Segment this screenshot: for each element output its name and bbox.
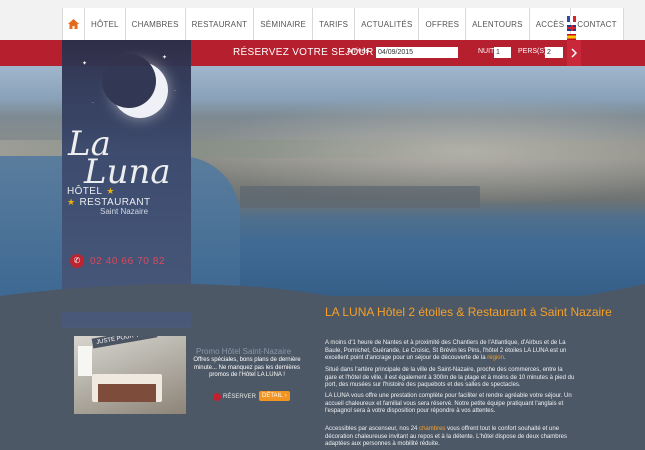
arrival-date-input[interactable]: 04/09/2015: [376, 47, 458, 58]
home-icon: [68, 19, 79, 29]
reserve-button[interactable]: RÉSERVER: [213, 392, 256, 401]
harbour-area: [240, 186, 480, 208]
nav-seminaire[interactable]: SÉMINAIRE: [254, 8, 314, 40]
star-icon: ·: [92, 100, 94, 106]
rooms-text: Accessibles par ascenseur, nos 24: [325, 426, 420, 432]
detail-button[interactable]: DÉTAIL ›: [259, 391, 290, 401]
nav-hotel[interactable]: HÔTEL: [85, 8, 126, 40]
intro-text: A moins d'1 heure de Nantes et à proximi…: [325, 340, 567, 362]
star-icon: ✦: [82, 61, 88, 67]
nav-alentours[interactable]: ALENTOURS: [466, 8, 530, 40]
nav-chambres[interactable]: CHAMBRES: [126, 8, 186, 40]
window: [78, 346, 92, 376]
nav-actualites[interactable]: ACTUALITÉS: [355, 8, 420, 40]
top-navigation-bar: HÔTEL CHAMBRES RESTAURANT SÉMINAIRE TARI…: [0, 0, 645, 40]
service-paragraph: LA LUNA vous offre une prestation complè…: [325, 393, 572, 415]
persons-label: PERS(S): [518, 48, 547, 55]
intro-paragraph: A moins d'1 heure de Nantes et à proximi…: [325, 340, 575, 363]
page-title: LA LUNA Hôtel 2 étoiles & Restaurant à S…: [325, 305, 612, 319]
tagline: HÔTEL ★ ★ RESTAURANT: [67, 186, 191, 208]
phone-icon: ✆: [70, 254, 84, 268]
reserve-label: RÉSERVER: [223, 393, 256, 400]
nav-contact[interactable]: CONTACT: [571, 8, 624, 40]
main-nav: HÔTEL CHAMBRES RESTAURANT SÉMINAIRE TARI…: [62, 8, 624, 40]
nav-offres[interactable]: OFFRES: [419, 8, 467, 40]
persons-input[interactable]: 2: [545, 47, 563, 58]
star-icon: ·: [174, 88, 176, 94]
tagline-hotel: HÔTEL: [67, 186, 103, 197]
booking-submit-button[interactable]: [567, 40, 581, 66]
en-flag-icon[interactable]: [567, 25, 576, 31]
chevron-right-icon: ›: [284, 393, 287, 399]
detail-label: DÉTAIL: [262, 393, 283, 399]
calendar-icon: [213, 392, 221, 401]
rooms-link[interactable]: chambres: [419, 426, 445, 432]
language-switcher: [567, 16, 576, 40]
nav-acces[interactable]: ACCÈS: [530, 8, 572, 40]
fr-flag-icon[interactable]: [567, 16, 576, 22]
region-link[interactable]: région: [487, 355, 504, 361]
arrival-label: Arrivée: [347, 48, 370, 55]
nav-home[interactable]: [63, 8, 85, 40]
phone-contact[interactable]: ✆ 02 40 66 70 82: [70, 254, 165, 268]
city-name: Saint Nazaire: [100, 207, 149, 216]
intro-end: .: [503, 355, 506, 362]
moon-shadow: [102, 54, 156, 108]
rooms-paragraph: Accessibles par ascenseur, nos 24 chambr…: [325, 426, 575, 449]
location-paragraph: Situé dans l'artère principale de la vil…: [325, 367, 575, 389]
promo-description: Offres spéciales, bons plans de dernière…: [193, 357, 301, 379]
nights-input[interactable]: 1: [494, 47, 511, 58]
nav-restaurant[interactable]: RESTAURANT: [186, 8, 255, 40]
nav-tarifs[interactable]: TARIFS: [313, 8, 356, 40]
chevron-right-icon: [571, 48, 577, 58]
blanket: [98, 384, 156, 402]
promo-room-photo[interactable]: JUSTE POUR VOUS: [74, 336, 186, 414]
star-icon: ✦: [162, 55, 168, 61]
promo-ribbon: JUSTE POUR VOUS: [91, 336, 158, 349]
promo-title[interactable]: Promo Hôtel Saint-Nazaire: [196, 347, 291, 356]
phone-number: 02 40 66 70 82: [90, 255, 166, 267]
